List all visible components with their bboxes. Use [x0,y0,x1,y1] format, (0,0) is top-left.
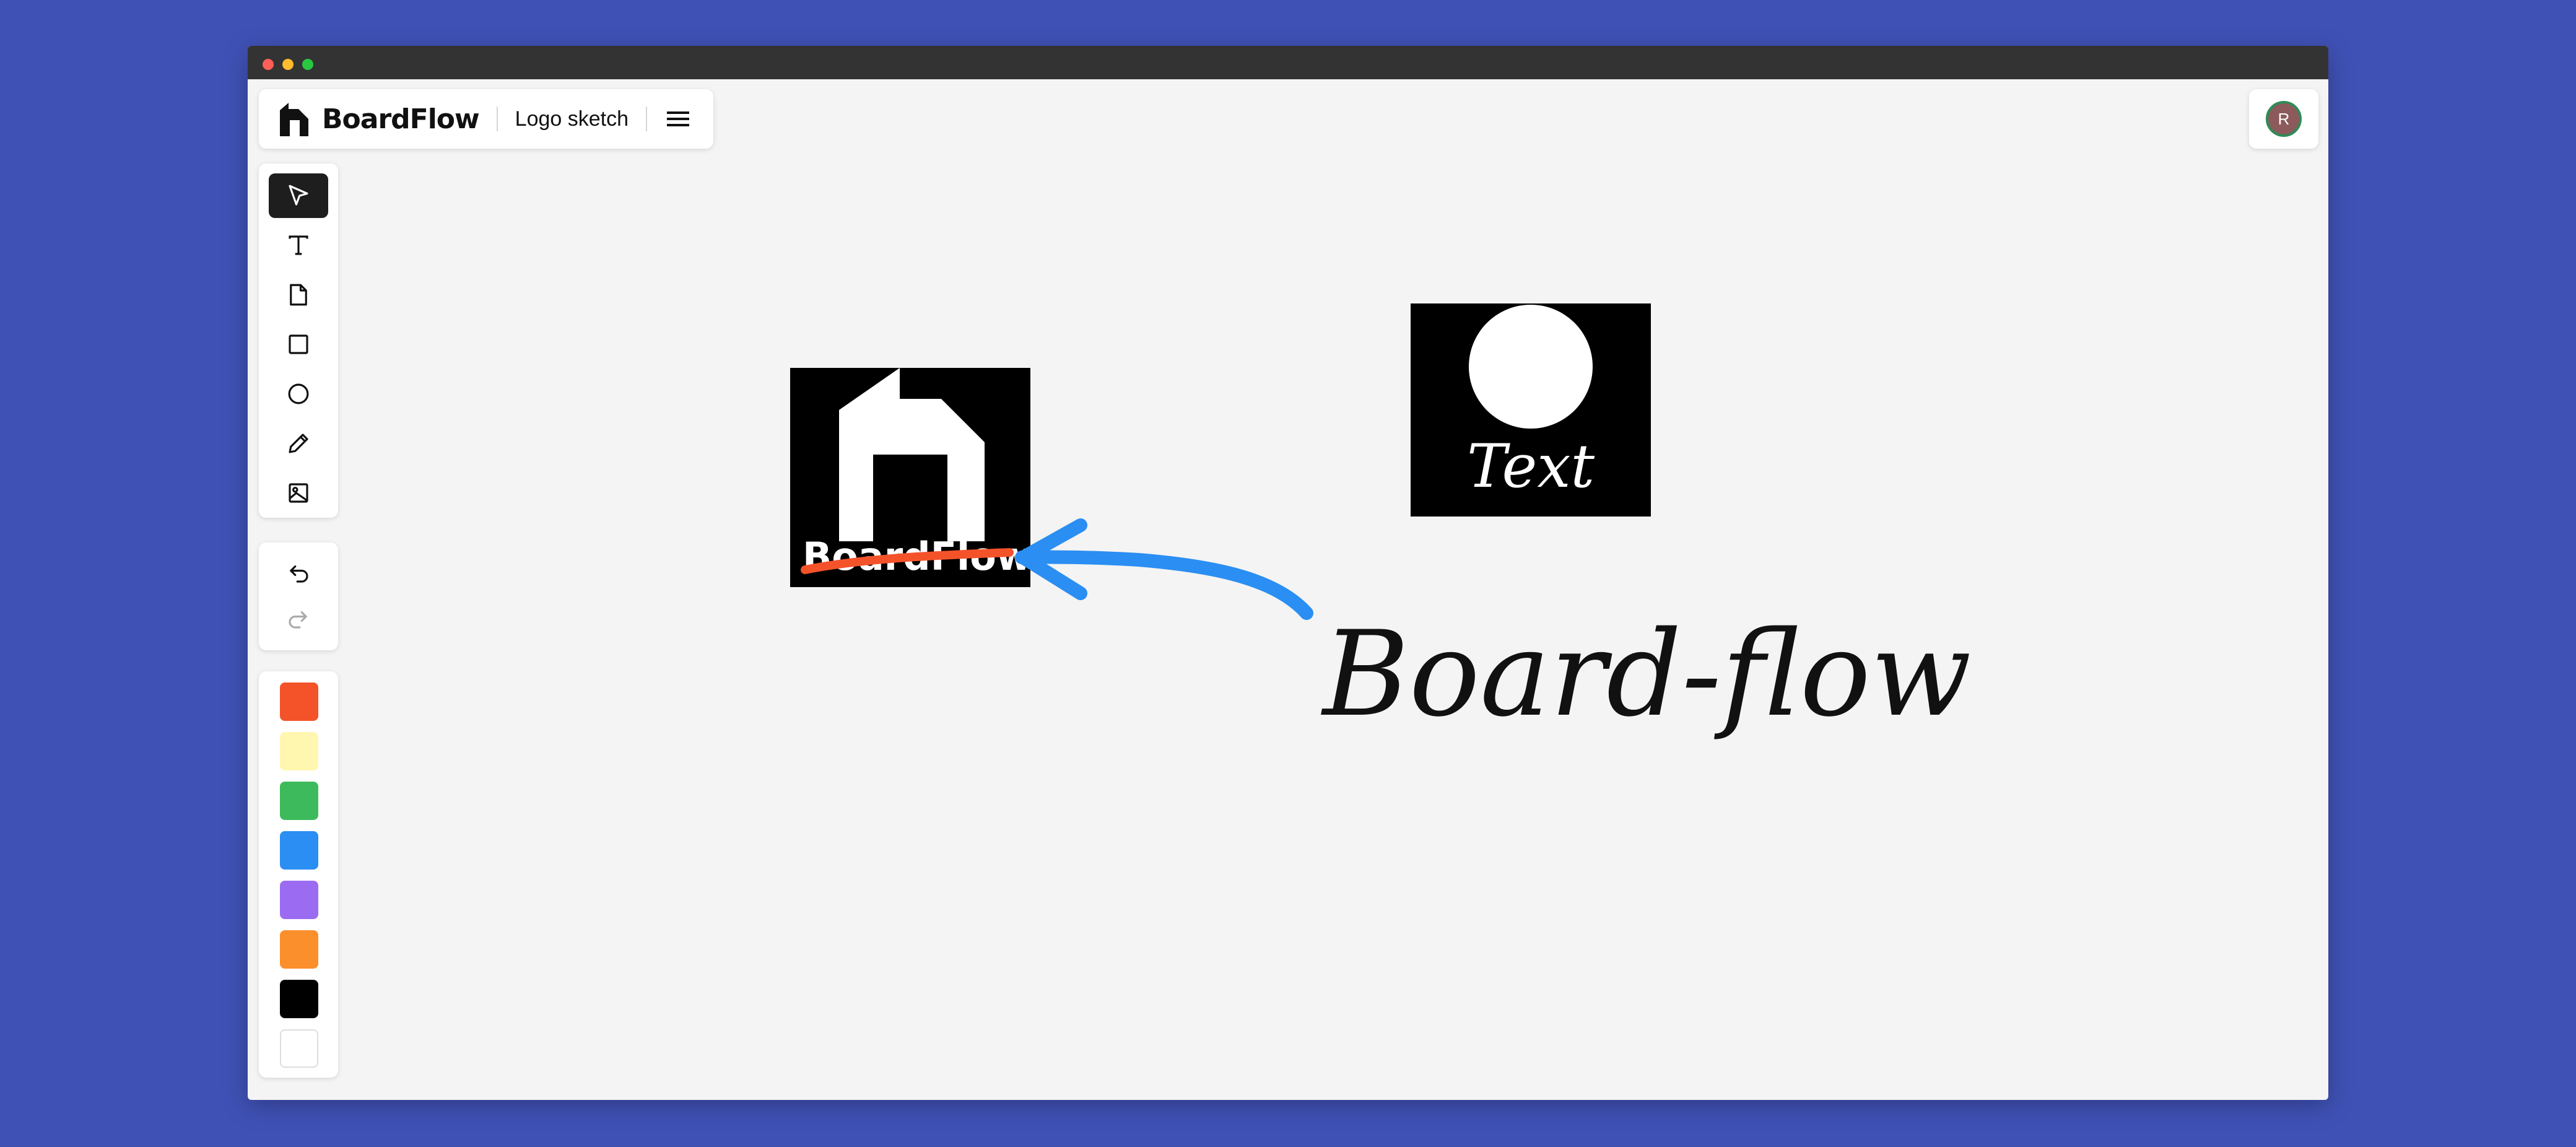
canvas-drawing[interactable]: BoardFlow Text Board-flow [248,46,2328,1100]
app-window: BoardFlow Logo sketch R BoardFlow Text B… [248,46,2328,1100]
placeholder-text: Text [1467,432,1595,501]
handwritten-text[interactable]: Board-flow [1321,606,1972,743]
arrow-stroke[interactable] [1015,518,1313,620]
placeholder-card[interactable]: Text [1411,303,1651,517]
